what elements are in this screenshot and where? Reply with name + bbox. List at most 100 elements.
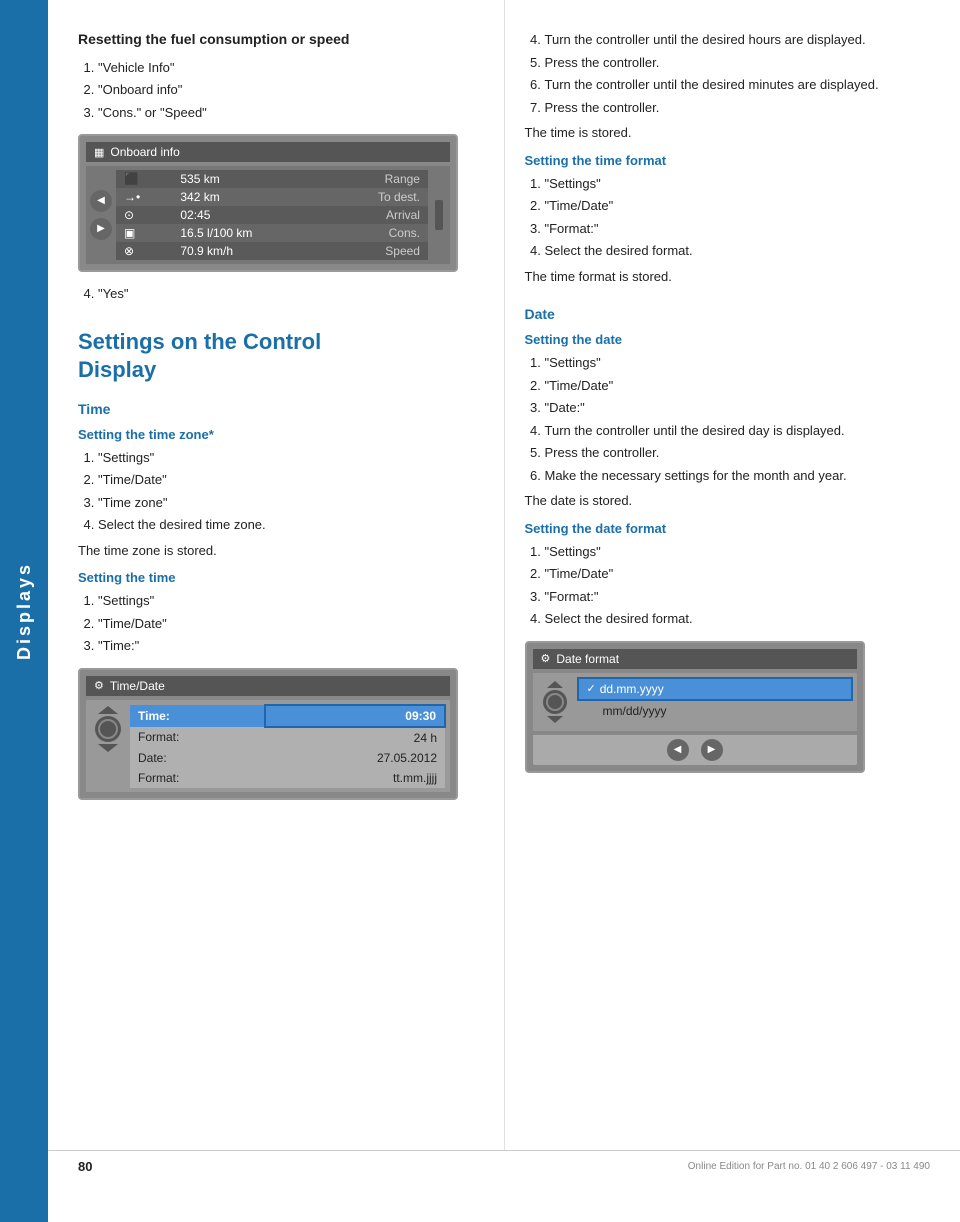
table-row: Format: 24 h — [130, 727, 445, 748]
time-format-note: The time format is stored. — [525, 267, 931, 287]
row-icon: →• — [116, 188, 172, 206]
row-value: 535 km — [172, 170, 326, 188]
list-item: Press the controller. — [545, 53, 931, 73]
row-label: Cons. — [326, 224, 428, 242]
row-label: Format: — [130, 768, 265, 788]
row-value: 27.05.2012 — [265, 748, 445, 768]
setting-time-steps: "Settings" "Time/Date" "Time:" — [98, 591, 484, 656]
list-item: "Settings" — [545, 174, 931, 194]
row-value: 342 km — [172, 188, 326, 206]
setting-date-subheading: Setting the date — [525, 332, 931, 347]
dateformat-list: ✓ dd.mm.yyyy mm/dd/yyyy — [577, 677, 853, 727]
onboard-info-screen: ▦ Onboard info ◀ ▶ ⬛ 535 km Range — [78, 134, 458, 272]
list-item: "Yes" — [98, 284, 484, 304]
time-format-heading: Setting the time format — [525, 153, 931, 168]
setting-time-cont-steps: Turn the controller until the desired ho… — [545, 30, 931, 117]
date-format-heading: Setting the date format — [525, 521, 931, 536]
check-icon: ✓ — [587, 682, 596, 695]
dateformat-titlebar: ⚙ Date format — [533, 649, 857, 669]
list-item: "Vehicle Info" — [98, 58, 484, 78]
row-label: Time: — [130, 705, 265, 727]
list-item: "Time/Date" — [545, 376, 931, 396]
sidebar-label: Displays — [14, 562, 35, 660]
timedate-table: Time: 09:30 Format: 24 h Date: 27.05.201… — [130, 704, 446, 788]
list-item: "Date:" — [545, 398, 931, 418]
page-container: Displays Resetting the fuel consumption … — [0, 0, 960, 1222]
list-item: Make the necessary settings for the mont… — [545, 466, 931, 486]
list-item: "Time/Date" — [98, 470, 484, 490]
reset-fuel-steps-cont: "Yes" — [98, 284, 484, 304]
list-item: "Cons." or "Speed" — [98, 103, 484, 123]
timedate-titlebar: ⚙ Time/Date — [86, 676, 450, 696]
list-item: Press the controller. — [545, 443, 931, 463]
row-label: To dest. — [326, 188, 428, 206]
table-row: Format: tt.mm.jjjj — [130, 768, 445, 788]
date-format-steps: "Settings" "Time/Date" "Format:" Select … — [545, 542, 931, 629]
list-item: "Time/Date" — [98, 614, 484, 634]
list-item: Select the desired time zone. — [98, 515, 484, 535]
sidebar: Displays — [0, 0, 48, 1222]
date-stored-note: The date is stored. — [525, 491, 931, 511]
table-row: Time: 09:30 — [130, 705, 445, 727]
time-zone-steps: "Settings" "Time/Date" "Time zone" Selec… — [98, 448, 484, 535]
nav-down[interactable]: ▶ — [90, 218, 112, 240]
list-item: Select the desired format. — [545, 609, 931, 629]
list-item: "Format:" — [545, 587, 931, 607]
list-item: "Settings" — [545, 353, 931, 373]
row-icon: ⊙ — [116, 206, 172, 224]
list-item: Turn the controller until the desired mi… — [545, 75, 931, 95]
dateformat-option-1: dd.mm.yyyy — [600, 682, 664, 696]
list-item: "Settings" — [98, 591, 484, 611]
timedate-screen: ⚙ Time/Date — [78, 668, 458, 800]
table-row: ⊙ 02:45 Arrival — [116, 206, 428, 224]
row-label: Format: — [130, 727, 265, 748]
setting-date-steps: "Settings" "Time/Date" "Date:" Turn the … — [545, 353, 931, 485]
list-item: "Time:" — [98, 636, 484, 656]
row-label: Date: — [130, 748, 265, 768]
list-item: "Time/Date" — [545, 564, 931, 584]
list-item: Turn the controller until the desired da… — [545, 421, 931, 441]
content-area: Resetting the fuel consumption or speed … — [48, 0, 960, 1222]
list-item: Turn the controller until the desired ho… — [545, 30, 931, 50]
dateformat-row-2: mm/dd/yyyy — [577, 701, 853, 721]
table-row: ▣ 16.5 l/100 km Cons. — [116, 224, 428, 242]
screen-icon: ▦ — [94, 146, 104, 159]
screen-title: Onboard info — [110, 145, 179, 159]
row-icon: ▣ — [116, 224, 172, 242]
list-item: Select the desired format. — [545, 241, 931, 261]
time-stored-note: The time is stored. — [525, 123, 931, 143]
table-row: ⬛ 535 km Range — [116, 170, 428, 188]
nav-up[interactable]: ◀ — [90, 190, 112, 212]
gear-icon-2: ⚙ — [541, 652, 551, 665]
page-number: 80 — [78, 1159, 92, 1174]
footer-note: Online Edition for Part no. 01 40 2 606 … — [688, 1161, 930, 1172]
onboard-table: ⬛ 535 km Range →• 342 km To dest. ⊙ — [116, 170, 428, 260]
right-column: Turn the controller until the desired ho… — [505, 0, 960, 1150]
gear-icon: ⚙ — [94, 679, 104, 692]
row-value: 02:45 — [172, 206, 326, 224]
dateformat-title: Date format — [556, 652, 619, 666]
dateformat-option-2: mm/dd/yyyy — [603, 704, 667, 718]
list-item: "Time/Date" — [545, 196, 931, 216]
reset-fuel-title: Resetting the fuel consumption or speed — [78, 30, 484, 50]
row-value: 09:30 — [265, 705, 445, 727]
dateformat-screen: ⚙ Date format ✓ — [525, 641, 865, 773]
timedate-title: Time/Date — [110, 679, 165, 693]
setting-time-subheading: Setting the time — [78, 570, 484, 585]
settings-heading: Settings on the Control Display — [78, 328, 484, 385]
row-icon: ⬛ — [116, 170, 172, 188]
table-row: Date: 27.05.2012 — [130, 748, 445, 768]
table-row: →• 342 km To dest. — [116, 188, 428, 206]
list-item: Press the controller. — [545, 98, 931, 118]
date-section-heading: Date — [525, 306, 931, 322]
list-item: "Settings" — [98, 448, 484, 468]
row-value: 70.9 km/h — [172, 242, 326, 260]
nav-right[interactable]: ▶ — [701, 739, 723, 761]
time-format-steps: "Settings" "Time/Date" "Format:" Select … — [545, 174, 931, 261]
time-heading: Time — [78, 401, 484, 417]
nav-left[interactable]: ◀ — [667, 739, 689, 761]
row-value: tt.mm.jjjj — [265, 768, 445, 788]
row-label: Arrival — [326, 206, 428, 224]
two-columns: Resetting the fuel consumption or speed … — [48, 0, 960, 1150]
row-label: Range — [326, 170, 428, 188]
